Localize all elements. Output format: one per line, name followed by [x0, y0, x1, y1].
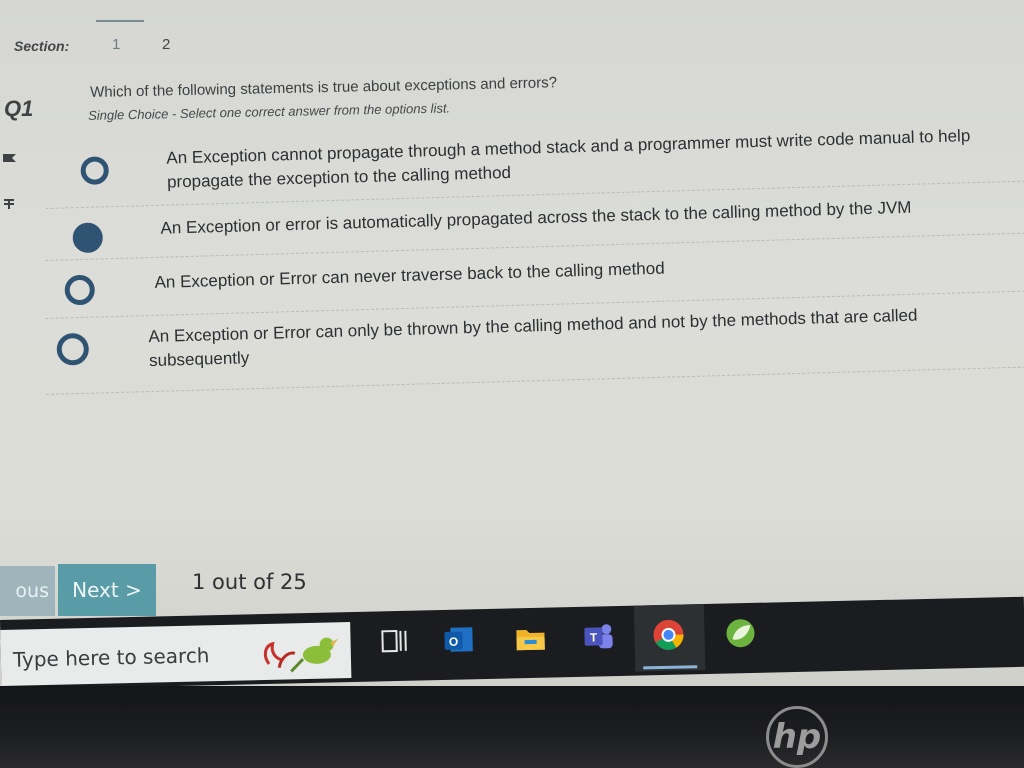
task-view-icon[interactable]	[376, 623, 413, 660]
section-tab-2[interactable]: 2	[162, 36, 170, 53]
radio-option-3[interactable]	[64, 274, 96, 306]
taskbar-search-box[interactable]: Type here to search	[0, 622, 352, 686]
radio-option-4[interactable]	[56, 332, 90, 366]
outlook-icon[interactable]: O	[440, 621, 477, 658]
hp-logo: hp	[766, 706, 828, 768]
teams-icon[interactable]: T	[580, 618, 617, 655]
option-1-text: An Exception cannot propagate through a …	[166, 124, 971, 194]
file-explorer-icon[interactable]	[512, 620, 549, 657]
option-3-text: An Exception or Error can never traverse…	[154, 257, 665, 295]
laptop-bezel	[0, 686, 1024, 768]
section-bar: Section: 1 2	[0, 0, 1024, 70]
section-label: Section:	[14, 38, 70, 54]
flag-icon[interactable]	[2, 152, 22, 166]
radio-option-2[interactable]	[72, 222, 104, 254]
strike-tool-icon[interactable]	[2, 198, 22, 212]
question-number: Q1	[4, 96, 34, 121]
option-4-text: An Exception or Error can only be thrown…	[148, 304, 918, 373]
search-placeholder: Type here to search	[12, 643, 210, 672]
next-button[interactable]: Next >	[58, 564, 156, 616]
question-text: Which of the following statements is tru…	[90, 74, 558, 101]
question-instruction: Single Choice - Select one correct answe…	[88, 100, 451, 123]
svg-text:T: T	[590, 630, 598, 644]
exam-screen: Section: 1 2 Q1 Which of the following s…	[0, 0, 1024, 690]
active-app-indicator	[643, 665, 698, 670]
search-highlight-bird-icon	[263, 637, 339, 673]
svg-text:O: O	[449, 635, 459, 649]
chrome-taskbar-button[interactable]	[633, 604, 706, 672]
chrome-icon	[653, 619, 684, 650]
section-tab-1[interactable]: 1	[112, 36, 120, 53]
previous-button[interactable]: ous	[0, 566, 55, 616]
active-tab-indicator	[96, 20, 144, 22]
question-progress: 1 out of 25	[192, 570, 307, 594]
option-3-line-1: An Exception or Error can never traverse…	[154, 258, 665, 292]
radio-option-1[interactable]	[80, 156, 110, 185]
spring-tools-icon[interactable]	[722, 615, 759, 652]
